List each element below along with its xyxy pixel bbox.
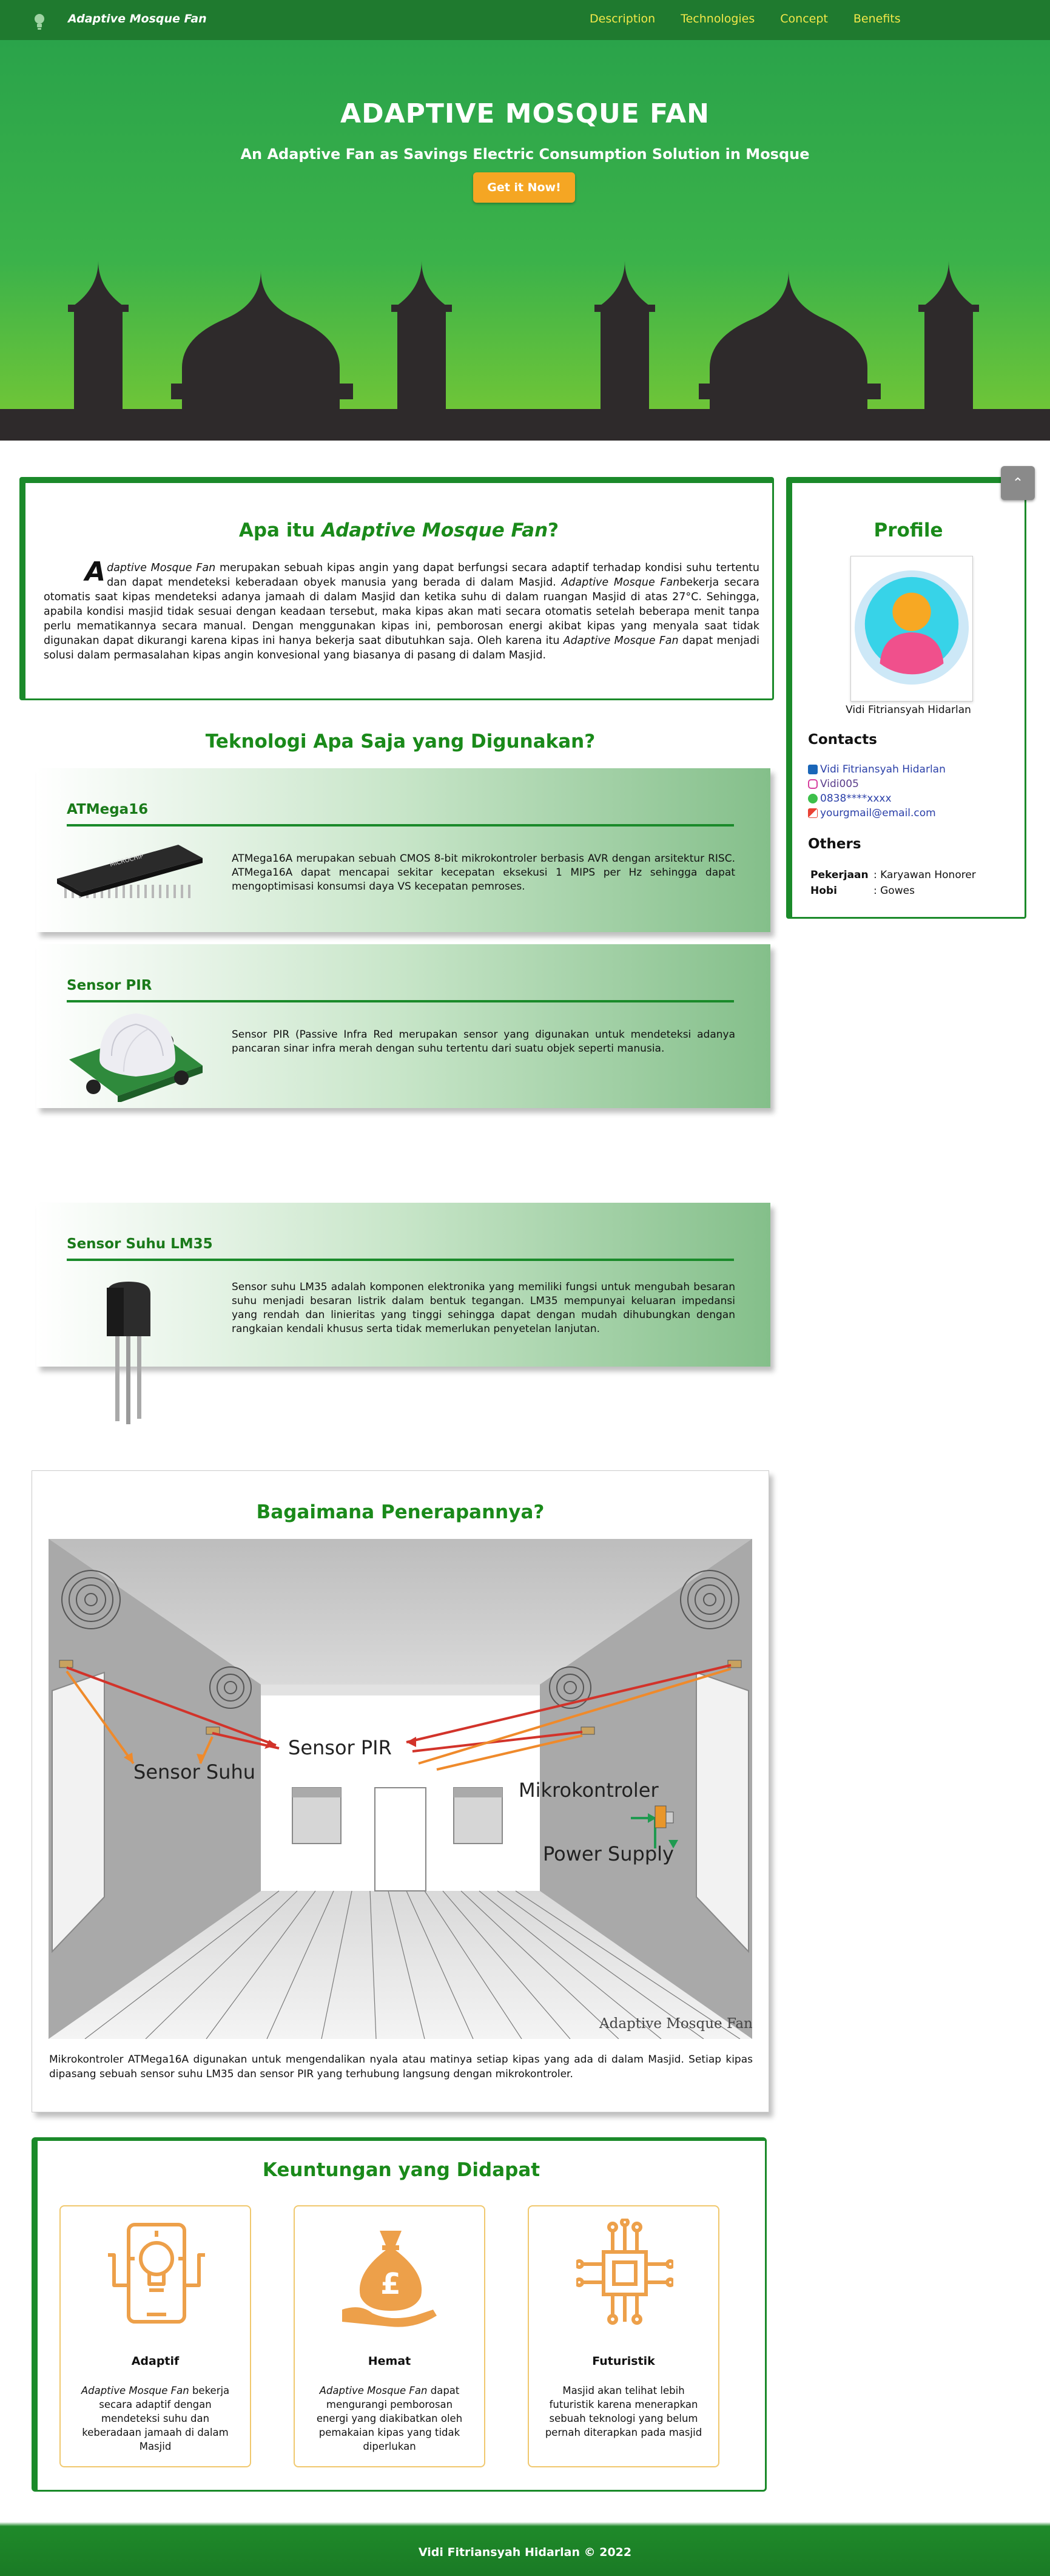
contact-email[interactable]: yourgmail@email.com	[808, 807, 936, 819]
nav-link-technologies[interactable]: Technologies	[681, 12, 755, 25]
coin-symbol: £	[380, 2267, 400, 2301]
job-row: Pekerjaan: Karyawan Honorer	[810, 869, 976, 881]
tech-card-atmega16: ATMega16 MICROCHIP ATMega16A merupakan s…	[36, 768, 770, 932]
profile-title: Profile	[873, 519, 943, 541]
label-sensor-pir: Sensor PIR	[288, 1736, 392, 1759]
drop-cap: A	[85, 556, 106, 587]
mosque-silhouette	[0, 261, 1050, 441]
room-diagram: Sensor PIR Sensor Suhu Mikrokontroler Po…	[49, 1539, 752, 2039]
profile-name: Vidi Fitriansyah Hidarlan	[846, 704, 971, 716]
whatsapp-icon	[808, 794, 818, 803]
benefit-name: Adaptif	[131, 2355, 180, 2368]
get-it-now-button[interactable]: Get it Now!	[473, 172, 575, 203]
label-mikrokontroler: Mikrokontroler	[519, 1779, 659, 1802]
bulb-hand-icon	[108, 2223, 205, 2324]
hero-subtitle: An Adaptive Fan as Savings Electric Cons…	[240, 146, 810, 163]
divider	[67, 1000, 734, 1002]
benefit-desc: Adaptive Mosque Fan dapat mengurangi pem…	[316, 2385, 463, 2452]
implementation-title: Bagaimana Penerapannya?	[256, 1501, 545, 1523]
nav-links: Description Technologies Concept Benefit…	[590, 12, 926, 25]
contact-whatsapp[interactable]: 0838****xxxx	[808, 793, 892, 805]
hero-banner: ADAPTIVE MOSQUE FAN An Adaptive Fan as S…	[0, 40, 1050, 441]
others-heading: Others	[808, 836, 861, 852]
benefits-card: Keuntungan yang Didapat Adaptif Adaptive…	[32, 2137, 767, 2492]
benefit-card-futuristik: Futuristik Masjid akan telihat lebih fut…	[528, 2205, 719, 2467]
tech-name: ATMega16	[67, 802, 149, 817]
implementation-card: Bagaimana Penerapannya? Sensor PIR Senso…	[32, 1470, 769, 2112]
nav-link-concept[interactable]: Concept	[780, 12, 828, 25]
tech-desc: Sensor suhu LM35 adalah komponen elektro…	[232, 1281, 735, 1335]
benefits-title: Keuntungan yang Didapat	[262, 2159, 540, 2181]
user-avatar-icon	[854, 570, 969, 685]
tech-name: Sensor PIR	[67, 978, 152, 993]
benefit-name: Futuristik	[592, 2355, 655, 2368]
label-sensor-suhu: Sensor Suhu	[133, 1760, 255, 1783]
about-title: Apa itu Adaptive Mosque Fan?	[238, 519, 559, 541]
top-navbar: Adaptive Mosque Fan Description Technolo…	[0, 0, 1050, 40]
about-paragraph: Adaptive Mosque Fan merupakan sebuah kip…	[44, 556, 760, 662]
benefit-card-adaptif: Adaptif Adaptive Mosque Fan bekerja seca…	[59, 2205, 251, 2467]
money-bag-icon: £	[342, 2231, 437, 2327]
instagram-icon	[808, 779, 818, 789]
lightbulb-icon	[35, 14, 44, 30]
scroll-to-top-button[interactable]: ⌃	[1001, 466, 1035, 500]
circuit-icon	[576, 2219, 673, 2325]
lm35-sensor-image	[107, 1282, 150, 1424]
contact-instagram[interactable]: Vidi005	[808, 778, 859, 790]
avatar	[850, 556, 973, 701]
hero-title: ADAPTIVE MOSQUE FAN	[340, 98, 710, 129]
divider	[67, 824, 734, 827]
pir-sensor-image	[69, 1013, 203, 1102]
benefit-desc: Masjid akan telihat lebih futuristik kar…	[545, 2385, 702, 2438]
benefit-name: Hemat	[368, 2355, 411, 2368]
nav-link-benefits[interactable]: Benefits	[853, 12, 901, 25]
benefit-card-hemat: £ Hemat Adaptive Mosque Fan dapat mengur…	[294, 2205, 485, 2467]
nav-link-description[interactable]: Description	[590, 12, 655, 25]
brand-name[interactable]: Adaptive Mosque Fan	[68, 12, 207, 25]
about-card: Apa itu Adaptive Mosque Fan? Adaptive Mo…	[19, 477, 774, 700]
watermark: Adaptive Mosque Fan	[599, 2016, 752, 2032]
gmail-icon	[808, 808, 818, 818]
implementation-desc: Mikrokontroler ATMega16A digunakan untuk…	[49, 2054, 753, 2080]
contact-linkedin[interactable]: Vidi Fitriansyah Hidarlan	[808, 763, 946, 776]
tech-name: Sensor Suhu LM35	[67, 1236, 213, 1252]
linkedin-icon	[808, 765, 818, 774]
arrow-up-icon: ⌃	[1012, 475, 1024, 491]
tech-card-sensor-pir: Sensor PIR Sensor PIR (Passive Infra Red…	[36, 944, 770, 1108]
label-power-supply: Power Supply	[543, 1842, 674, 1865]
benefit-desc: Adaptive Mosque Fan bekerja secara adapt…	[81, 2385, 230, 2452]
atmega16-chip-image: MICROCHIP	[57, 845, 203, 898]
footer-text: Vidi Fitriansyah Hidarlan © 2022	[418, 2545, 632, 2559]
tech-desc: Sensor PIR (Passive Infra Red merupakan …	[232, 1029, 735, 1055]
tech-card-sensor-suhu: Sensor Suhu LM35 Sensor suhu LM35 adalah…	[36, 1203, 770, 1424]
tech-desc: ATMega16A merupakan sebuah CMOS 8-bit mi…	[232, 853, 735, 893]
tech-title: Teknologi Apa Saja yang Digunakan?	[205, 731, 596, 752]
contacts-heading: Contacts	[808, 732, 877, 748]
footer: Vidi Fitriansyah Hidarlan © 2022	[0, 2522, 1050, 2576]
hobby-row: Hobi: Gowes	[810, 885, 915, 897]
divider	[67, 1259, 734, 1261]
profile-card: Profile Vidi Fitriansyah Hidarlan Contac…	[786, 477, 1026, 919]
